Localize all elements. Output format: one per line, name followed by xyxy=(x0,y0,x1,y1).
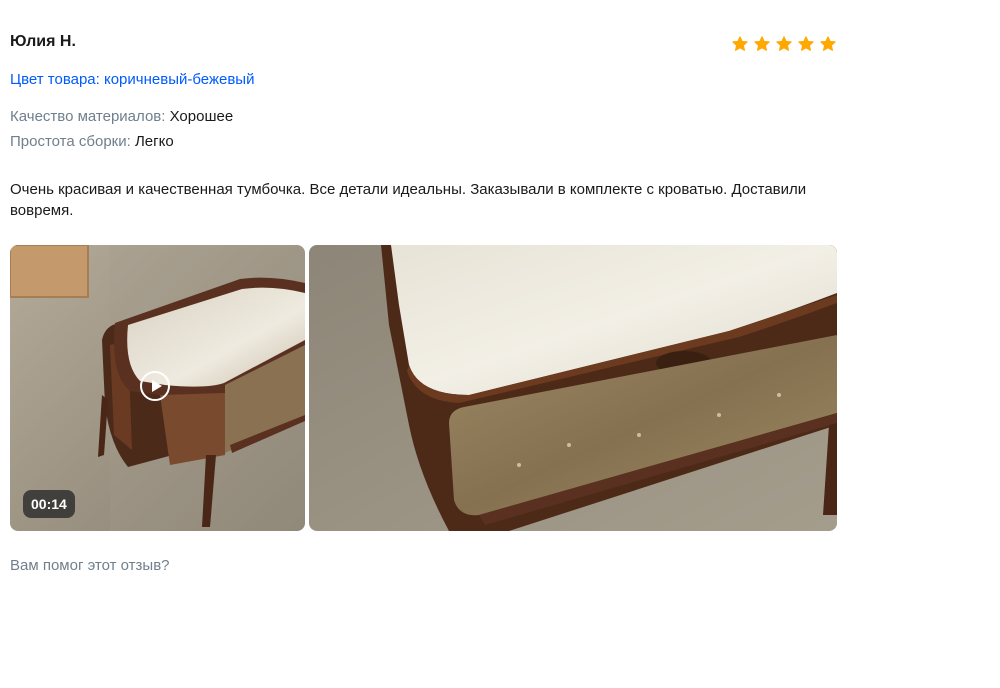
property-value: Легко xyxy=(134,133,174,150)
product-color-link[interactable]: Цвет товара: коричневый-бежевый xyxy=(10,71,254,88)
property-key: Простота сборки: xyxy=(10,133,131,150)
photo-thumbnail[interactable] xyxy=(309,245,837,531)
nightstand-photo-image xyxy=(309,245,837,531)
review-card: Юлия Н. Цвет товара: коричневый-бежевый … xyxy=(10,0,837,688)
helpful-question: Вам помог этот отзыв? xyxy=(10,557,170,574)
review-author: Юлия Н. xyxy=(10,33,76,50)
review-media: 00:14 xyxy=(10,245,837,531)
property-assembly: Простота сборки: Легко xyxy=(10,133,174,150)
star-icon xyxy=(776,36,792,51)
review-text: Очень красивая и качественная тумбочка. … xyxy=(10,181,807,219)
play-icon[interactable] xyxy=(140,371,170,401)
star-icon xyxy=(732,36,748,51)
property-quality: Качество материалов: Хорошее xyxy=(10,108,233,125)
property-value: Хорошее xyxy=(169,108,234,125)
video-duration: 00:14 xyxy=(23,490,75,518)
star-icon xyxy=(820,36,836,51)
star-icon xyxy=(798,36,814,51)
rating-stars xyxy=(731,35,837,53)
star-icon xyxy=(754,36,770,51)
video-thumbnail[interactable]: 00:14 xyxy=(10,245,305,531)
property-key: Качество материалов: xyxy=(10,108,166,125)
